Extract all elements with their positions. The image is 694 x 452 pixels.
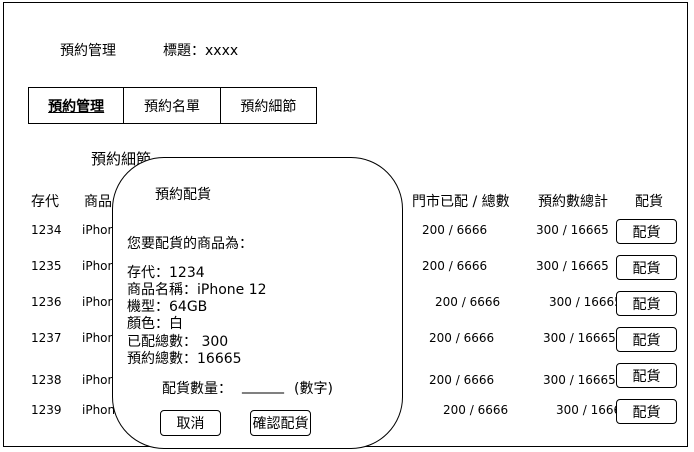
column-header-id: 存代 <box>31 194 59 210</box>
tab-reservation-details[interactable]: 預約細節 <box>219 88 316 123</box>
confirm-allocation-button[interactable]: 確認配貨 <box>250 410 311 436</box>
detail-reservation-total: 預約總數：16665 <box>127 351 242 367</box>
allocate-button[interactable]: 配貨 <box>616 327 677 352</box>
page-title-label: 標題：xxxx <box>163 43 239 59</box>
row-id: 1234 <box>31 223 62 237</box>
quantity-label: 配貨數量： <box>162 381 232 397</box>
allocate-button[interactable]: 配貨 <box>616 399 677 424</box>
row-store-allocated: 200 / 6666 <box>435 295 501 309</box>
row-reservation-total: 300 / 16665 <box>543 373 616 387</box>
row-store-allocated: 200 / 6666 <box>429 331 495 345</box>
dialog-prompt: 您要配貨的商品為： <box>127 236 253 252</box>
row-product: iPhon <box>82 403 116 417</box>
allocation-dialog: 預約配貨 您要配貨的商品為： 存代：1234 商品名稱：iPhone 12 機型… <box>112 157 403 449</box>
row-product: iPhon <box>82 295 116 309</box>
allocate-button[interactable]: 配貨 <box>616 219 677 244</box>
column-header-product: 商品 <box>84 194 112 210</box>
row-id: 1236 <box>31 295 62 309</box>
column-header-reservation-total: 預約數總計 <box>538 194 608 210</box>
row-store-allocated: 200 / 6666 <box>422 259 488 273</box>
dialog-title: 預約配貨 <box>155 187 211 203</box>
row-id: 1237 <box>31 331 62 345</box>
row-product: iPhon <box>82 259 116 273</box>
row-product: iPhon <box>82 223 116 237</box>
row-id: 1238 <box>31 373 62 387</box>
column-header-allocate: 配貨 <box>635 194 663 210</box>
column-header-store-allocated: 門市已配 / 總數 <box>412 194 510 210</box>
cancel-button[interactable]: 取消 <box>160 410 221 436</box>
app-title: 預約管理 <box>60 43 116 59</box>
row-reservation-total: 300 / 16665 <box>549 295 622 309</box>
allocate-button[interactable]: 配貨 <box>616 255 677 280</box>
row-product: iPhon <box>82 331 116 345</box>
row-id: 1235 <box>31 259 62 273</box>
row-store-allocated: 200 / 6666 <box>443 403 509 417</box>
row-reservation-total: 300 / 16665 <box>536 223 609 237</box>
detail-color: 顏色：白 <box>127 316 183 332</box>
tab-reservation-list[interactable]: 預約名單 <box>123 88 219 123</box>
row-id: 1239 <box>31 403 62 417</box>
row-reservation-total: 300 / 16665 <box>536 259 609 273</box>
quantity-input[interactable]: ______ <box>242 378 284 394</box>
tab-reservation-management[interactable]: 預約管理 <box>29 88 123 123</box>
row-reservation-total: 300 / 16665 <box>543 331 616 345</box>
row-product: iPhon <box>82 373 116 387</box>
tab-bar: 預約管理 預約名單 預約細節 <box>28 87 317 124</box>
allocate-button[interactable]: 配貨 <box>616 363 677 388</box>
row-store-allocated: 200 / 6666 <box>429 373 495 387</box>
row-store-allocated: 200 / 6666 <box>422 223 488 237</box>
allocate-button[interactable]: 配貨 <box>616 291 677 316</box>
quantity-hint: (數字) <box>294 381 333 397</box>
